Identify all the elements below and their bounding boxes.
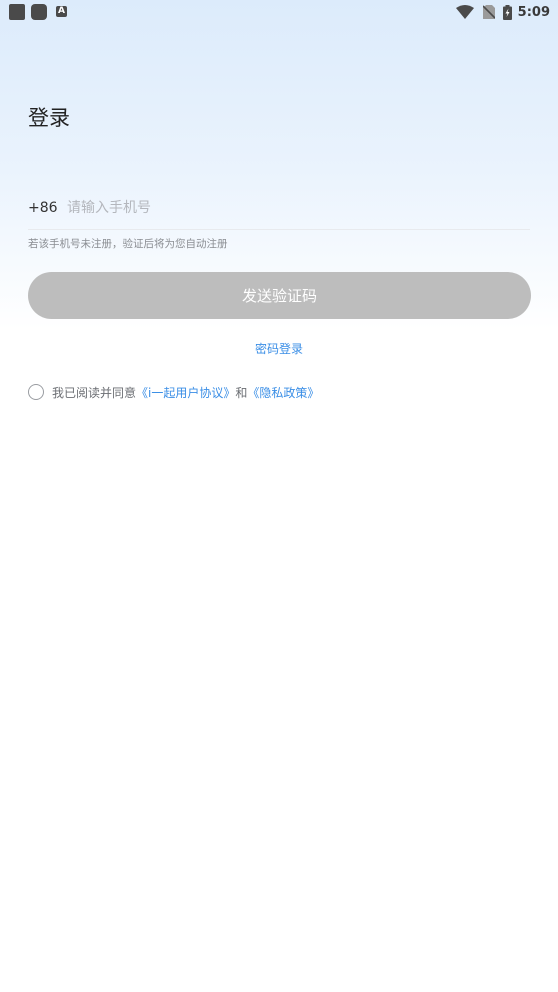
user-agreement-link[interactable]: 《i一起用户协议》 <box>136 384 235 401</box>
phone-input[interactable] <box>67 192 507 223</box>
battery-charging-icon <box>502 4 512 20</box>
no-sim-icon <box>482 5 495 19</box>
phone-field: +86 <box>28 186 530 230</box>
privacy-policy-link[interactable]: 《隐私政策》 <box>247 384 319 401</box>
country-code-label[interactable]: +86 <box>28 200 67 216</box>
agreement-checkbox[interactable] <box>28 384 44 400</box>
status-bar-right: 5:09 <box>455 3 550 21</box>
password-login-link[interactable]: 密码登录 <box>0 340 558 357</box>
app-rounded-icon <box>31 4 47 20</box>
page-title: 登录 <box>28 106 70 130</box>
app-square-icon <box>9 4 25 20</box>
status-bar: A 5:09 <box>0 0 558 24</box>
agreement-row: 我已阅读并同意 《i一起用户协议》 和 《隐私政策》 <box>28 383 319 401</box>
send-code-button[interactable]: 发送验证码 <box>28 272 531 319</box>
status-time: 5:09 <box>517 4 550 20</box>
login-screen: A 5:09 登录 +86 若该手机号未注册，验证后将为您自动注册 发送验证码 … <box>0 0 558 992</box>
a-badge-icon: A <box>56 6 67 17</box>
agreement-prefix: 我已阅读并同意 <box>52 385 137 400</box>
wifi-icon <box>455 5 474 19</box>
agreement-connector: 和 <box>235 385 248 400</box>
register-hint: 若该手机号未注册，验证后将为您自动注册 <box>28 238 228 250</box>
